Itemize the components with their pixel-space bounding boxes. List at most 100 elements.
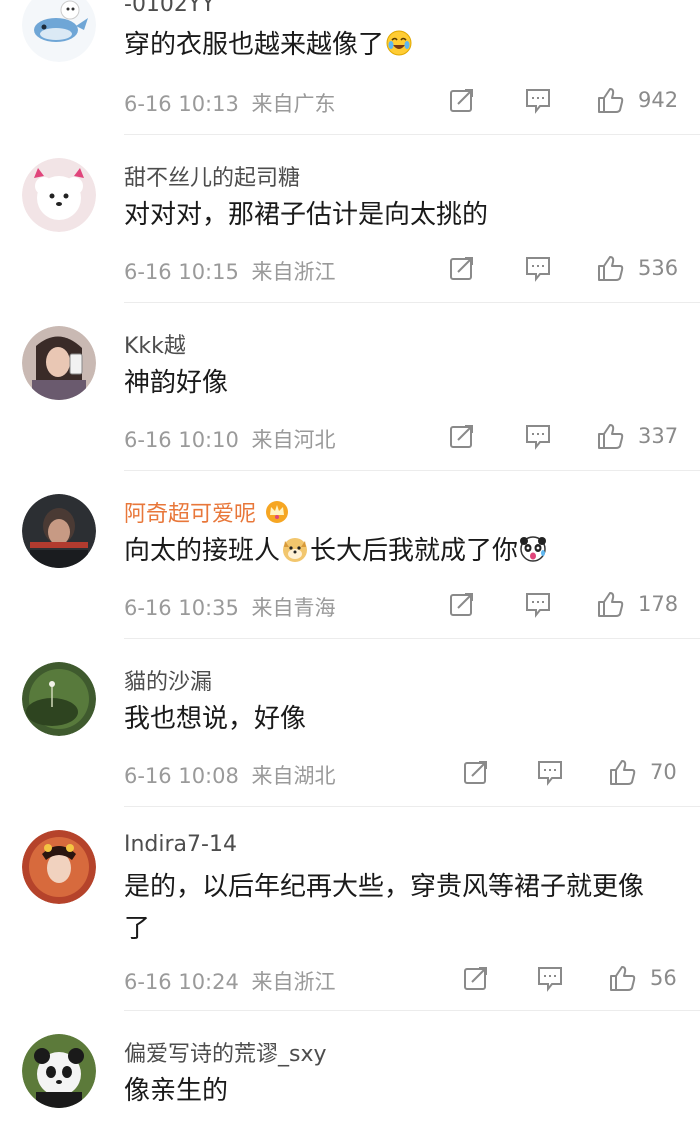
timestamp: 6-16 10:35 xyxy=(124,596,239,620)
action-bar: 942 xyxy=(448,86,688,116)
comment-text: 我也想说，好像 xyxy=(124,698,664,740)
location: 来自浙江 xyxy=(251,260,336,284)
comment-icon[interactable] xyxy=(524,86,552,114)
comment-text-content: 神韵好像 xyxy=(124,368,229,398)
comment-text-content: 长大后我就成了你 xyxy=(310,536,519,566)
like-count: 178 xyxy=(638,592,679,616)
doge-emoji xyxy=(281,534,309,576)
avatar[interactable] xyxy=(22,1034,96,1108)
share-icon[interactable] xyxy=(448,590,476,618)
avatar[interactable] xyxy=(22,326,96,400)
thumbs-up-icon[interactable] xyxy=(596,422,624,450)
comment-item: 偏爱写诗的荒谬_sxy 像亲生的 xyxy=(0,1012,700,1134)
crown-badge-icon[interactable] xyxy=(264,499,290,529)
like-count: 337 xyxy=(638,424,679,448)
comment-meta: 6-16 10:10 来自河北 xyxy=(124,424,336,454)
avatar[interactable] xyxy=(22,830,96,904)
action-bar: 337 xyxy=(448,422,688,452)
divider xyxy=(124,806,700,807)
username[interactable]: 偏爱写诗的荒谬_sxy xyxy=(124,1036,327,1068)
timestamp: 6-16 10:24 xyxy=(124,970,239,994)
username[interactable]: 阿奇超可爱呢 xyxy=(124,496,290,529)
username[interactable]: 貓的沙漏 xyxy=(124,664,212,696)
avatar[interactable] xyxy=(22,662,96,736)
avatar[interactable] xyxy=(22,158,96,232)
username[interactable]: Kkk越 xyxy=(124,328,186,360)
thumbs-up-icon[interactable] xyxy=(608,964,636,992)
comment-item: Indira7-14 是的，以后年纪再大些，穿贵风等裙子就更像了 6-16 10… xyxy=(0,808,700,1012)
comment-icon[interactable] xyxy=(524,422,552,450)
comment-text: 对对对，那裙子估计是向太挑的 xyxy=(124,194,664,236)
thumbs-up-icon[interactable] xyxy=(596,590,624,618)
comment-icon[interactable] xyxy=(536,964,564,992)
comment-item: 阿奇超可爱呢 向太的接班人 长大后我就成了你 6-16 10:35 来自青海 17… xyxy=(0,472,700,640)
like-count: 942 xyxy=(638,88,679,112)
comment-item: 甜不丝儿的起司糖 对对对，那裙子估计是向太挑的 6-16 10:15 来自浙江 … xyxy=(0,136,700,304)
like-count: 536 xyxy=(638,256,679,280)
comment-meta: 6-16 10:08 来自湖北 xyxy=(124,760,336,790)
comment-icon[interactable] xyxy=(524,590,552,618)
thumbs-up-icon[interactable] xyxy=(608,758,636,786)
laugh-cry-emoji xyxy=(385,28,413,70)
share-icon[interactable] xyxy=(462,758,490,786)
divider xyxy=(124,638,700,639)
share-icon[interactable] xyxy=(448,86,476,114)
comment-text-content: 像亲生的 xyxy=(124,1076,229,1106)
share-icon[interactable] xyxy=(448,422,476,450)
dolphin-avatar-image xyxy=(22,0,96,62)
comment-text: 神韵好像 xyxy=(124,362,664,404)
avatar[interactable] xyxy=(22,0,96,62)
divider xyxy=(124,134,700,135)
timestamp: 6-16 10:15 xyxy=(124,260,239,284)
timestamp: 6-16 10:13 xyxy=(124,92,239,116)
action-bar: 536 xyxy=(448,254,688,284)
username[interactable]: Indira7-14 xyxy=(124,832,237,857)
divider xyxy=(124,1010,700,1011)
comment-item: 貓的沙漏 我也想说，好像 6-16 10:08 来自湖北 70 xyxy=(0,640,700,808)
comment-icon[interactable] xyxy=(536,758,564,786)
timestamp: 6-16 10:08 xyxy=(124,764,239,788)
comment-meta: 6-16 10:35 来自青海 xyxy=(124,592,336,622)
panda-avatar-image xyxy=(22,1034,96,1108)
comment-text: 向太的接班人 长大后我就成了你 xyxy=(124,530,664,576)
comment-text: 像亲生的 xyxy=(124,1070,664,1112)
comment-text-content: 对对对，那裙子估计是向太挑的 xyxy=(124,200,489,230)
username-text: 阿奇超可爱呢 xyxy=(124,502,257,527)
comment-text-content: 穿的衣服也越来越像了 xyxy=(124,30,385,60)
action-bar: 70 xyxy=(462,758,688,788)
flower-avatar-image xyxy=(22,662,96,736)
action-bar: 56 xyxy=(462,964,688,994)
person-avatar-image xyxy=(22,494,96,568)
comment-meta: 6-16 10:24 来自浙江 xyxy=(124,966,336,996)
location: 来自浙江 xyxy=(251,970,336,994)
username[interactable]: -0102YY xyxy=(124,0,215,17)
username[interactable]: 甜不丝儿的起司糖 xyxy=(124,160,300,192)
share-icon[interactable] xyxy=(448,254,476,282)
costume-avatar-image xyxy=(22,830,96,904)
comment-meta: 6-16 10:13 来自广东 xyxy=(124,88,336,118)
location: 来自湖北 xyxy=(251,764,336,788)
thumbs-up-icon[interactable] xyxy=(596,254,624,282)
comment-item: Kkk越 神韵好像 6-16 10:10 来自河北 337 xyxy=(0,304,700,472)
panda-shock-emoji xyxy=(519,534,547,576)
location: 来自青海 xyxy=(251,596,336,620)
action-bar: 178 xyxy=(448,590,688,620)
comment-text-content: 是的，以后年纪再大些，穿贵风等裙子就更像了 xyxy=(124,872,645,944)
puppy-avatar-image xyxy=(22,158,96,232)
comment-text-content: 我也想说，好像 xyxy=(124,704,307,734)
divider xyxy=(124,302,700,303)
comment-icon[interactable] xyxy=(524,254,552,282)
location: 来自河北 xyxy=(251,428,336,452)
avatar[interactable] xyxy=(22,494,96,568)
comment-item: -0102YY 穿的衣服也越来越像了 6-16 10:13 来自广东 942 xyxy=(0,0,700,136)
location: 来自广东 xyxy=(251,92,336,116)
timestamp: 6-16 10:10 xyxy=(124,428,239,452)
comment-meta: 6-16 10:15 来自浙江 xyxy=(124,256,336,286)
like-count: 56 xyxy=(650,966,677,990)
divider xyxy=(124,470,700,471)
comment-text-content: 向太的接班人 xyxy=(124,536,281,566)
share-icon[interactable] xyxy=(462,964,490,992)
thumbs-up-icon[interactable] xyxy=(596,86,624,114)
girl-avatar-image xyxy=(22,326,96,400)
comment-text: 是的，以后年纪再大些，穿贵风等裙子就更像了 xyxy=(124,866,664,950)
